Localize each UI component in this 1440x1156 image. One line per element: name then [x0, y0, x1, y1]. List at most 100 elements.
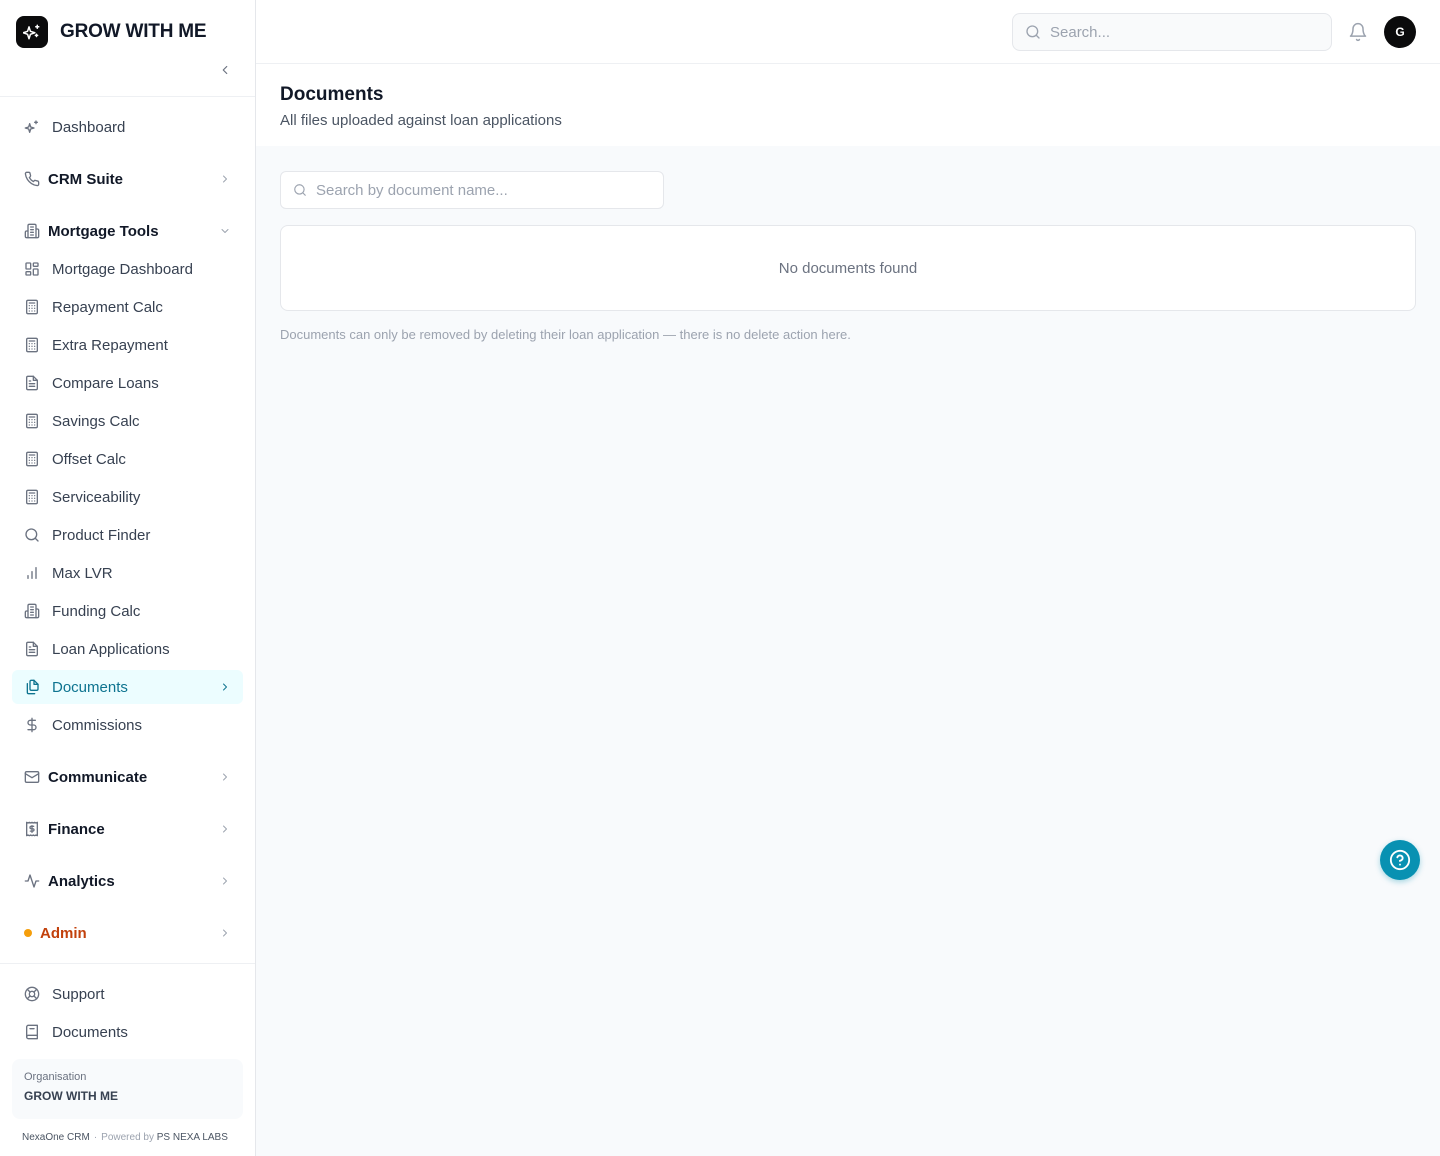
sidebar-item-max-lvr[interactable]: Max LVR [12, 556, 243, 590]
receipt-icon [24, 821, 40, 837]
organisation-label: Organisation [24, 1071, 87, 1083]
sidebar-item-label: Extra Repayment [52, 336, 168, 354]
document-search[interactable] [280, 171, 664, 209]
empty-state-message: No documents found [778, 259, 918, 277]
sidebar-group-finance[interactable]: Finance [12, 812, 243, 846]
activity-icon [24, 873, 40, 889]
sparkles-logo-icon [16, 16, 48, 48]
book-icon [24, 1024, 40, 1040]
sidebar-group-admin[interactable]: Admin [12, 916, 243, 950]
sidebar-group-mortgage-tools[interactable]: Mortgage Tools [12, 214, 243, 248]
sidebar-group-label: Admin [40, 924, 87, 942]
document-search-input[interactable] [316, 181, 576, 199]
sidebar-item-documentation[interactable]: Documents [12, 1015, 243, 1049]
sidebar-group-label: Mortgage Tools [48, 222, 159, 240]
user-avatar[interactable]: G [1384, 16, 1416, 48]
sidebar-item-documents[interactable]: Documents [12, 670, 243, 704]
sidebar-group-label: Finance [48, 820, 105, 838]
calculator-icon [24, 413, 40, 429]
sidebar-divider [0, 963, 255, 964]
sidebar: GROW WITH ME Dashboard CRM Suite Mortgag… [0, 0, 256, 1156]
sidebar-item-label: Product Finder [52, 526, 151, 544]
search-icon [1025, 24, 1041, 40]
help-button[interactable] [1380, 840, 1420, 880]
page-subtitle: All files uploaded against loan applicat… [280, 112, 562, 129]
admin-status-dot [24, 929, 32, 937]
sidebar-group-analytics[interactable]: Analytics [12, 864, 243, 898]
sidebar-divider [0, 96, 255, 97]
sidebar-item-label: Compare Loans [52, 374, 159, 392]
calculator-icon [24, 489, 40, 505]
sidebar-item-label: Documents [52, 1023, 128, 1041]
chevron-right-icon [219, 681, 231, 693]
sidebar-item-label: Savings Calc [52, 412, 140, 430]
sidebar-item-loan-applications[interactable]: Loan Applications [12, 632, 243, 666]
global-search-input[interactable] [1050, 23, 1310, 41]
sidebar-item-dashboard[interactable]: Dashboard [12, 110, 243, 144]
sidebar-item-label: Mortgage Dashboard [52, 260, 193, 278]
sidebar-item-label: Serviceability [52, 488, 141, 506]
sidebar-group-label: Communicate [48, 768, 148, 786]
phone-icon [24, 171, 40, 187]
sidebar-item-support[interactable]: Support [12, 977, 243, 1011]
sidebar-item-label: Commissions [52, 716, 143, 734]
delete-policy-note: Documents can only be removed by deletin… [280, 327, 851, 342]
sidebar-group-label: Analytics [48, 872, 115, 890]
sidebar-item-commissions[interactable]: Commissions [12, 708, 243, 742]
sidebar-item-savings-calc[interactable]: Savings Calc [12, 404, 243, 438]
sidebar-item-label: Support [52, 985, 105, 1003]
chevron-right-icon [219, 823, 231, 835]
footer-powered-by: Powered by [101, 1132, 154, 1143]
sidebar-item-repayment-calc[interactable]: Repayment Calc [12, 290, 243, 324]
sidebar-item-serviceability[interactable]: Serviceability [12, 480, 243, 514]
sidebar-item-label: Max LVR [52, 564, 113, 582]
sidebar-group-label: CRM Suite [48, 170, 123, 188]
help-circle-icon [1389, 849, 1411, 871]
sidebar-item-mortgage-dashboard[interactable]: Mortgage Dashboard [12, 252, 243, 286]
global-search[interactable] [1012, 13, 1332, 51]
footer-separator: · [93, 1132, 98, 1143]
sidebar-item-product-finder[interactable]: Product Finder [12, 518, 243, 552]
files-icon [24, 679, 40, 695]
chevron-right-icon [219, 173, 231, 185]
calculator-icon [24, 451, 40, 467]
page-header: Documents All files uploaded against loa… [256, 64, 1440, 146]
chevron-left-icon [222, 65, 228, 75]
organisation-name: GROW WITH ME [24, 1089, 118, 1103]
sidebar-item-label: Repayment Calc [52, 298, 163, 316]
bar-chart-icon [24, 565, 40, 581]
dollar-sign-icon [24, 717, 40, 733]
file-text-icon [24, 641, 40, 657]
building-icon [24, 603, 40, 619]
chevron-right-icon [219, 875, 231, 887]
sidebar-item-label: Dashboard [52, 118, 126, 136]
brand[interactable]: GROW WITH ME [16, 16, 207, 48]
chevron-right-icon [219, 927, 231, 939]
search-icon [24, 527, 40, 543]
sidebar-item-label: Documents [52, 678, 128, 696]
chevron-right-icon [219, 771, 231, 783]
brand-name: GROW WITH ME [60, 21, 207, 42]
sidebar-item-label: Loan Applications [52, 640, 170, 658]
layout-grid-icon [24, 261, 40, 277]
sidebar-group-communicate[interactable]: Communicate [12, 760, 243, 794]
file-text-icon [24, 375, 40, 391]
sidebar-item-extra-repayment[interactable]: Extra Repayment [12, 328, 243, 362]
organisation-card[interactable]: Organisation GROW WITH ME [12, 1059, 243, 1119]
sidebar-group-crm-suite[interactable]: CRM Suite [12, 162, 243, 196]
mail-icon [24, 769, 40, 785]
calculator-icon [24, 337, 40, 353]
sidebar-item-compare-loans[interactable]: Compare Loans [12, 366, 243, 400]
top-bar: G [256, 0, 1440, 64]
page-title: Documents [280, 84, 384, 105]
sparkles-icon [24, 119, 40, 135]
chevron-down-icon [219, 225, 231, 237]
footer-company: PS NEXA LABS [156, 1132, 228, 1143]
sidebar-item-funding-calc[interactable]: Funding Calc [12, 594, 243, 628]
sidebar-item-label: Offset Calc [52, 450, 126, 468]
bell-icon[interactable] [1348, 22, 1368, 42]
collapse-sidebar-button[interactable] [215, 60, 235, 80]
documents-list: No documents found [280, 225, 1416, 311]
calculator-icon [24, 299, 40, 315]
sidebar-item-offset-calc[interactable]: Offset Calc [12, 442, 243, 476]
